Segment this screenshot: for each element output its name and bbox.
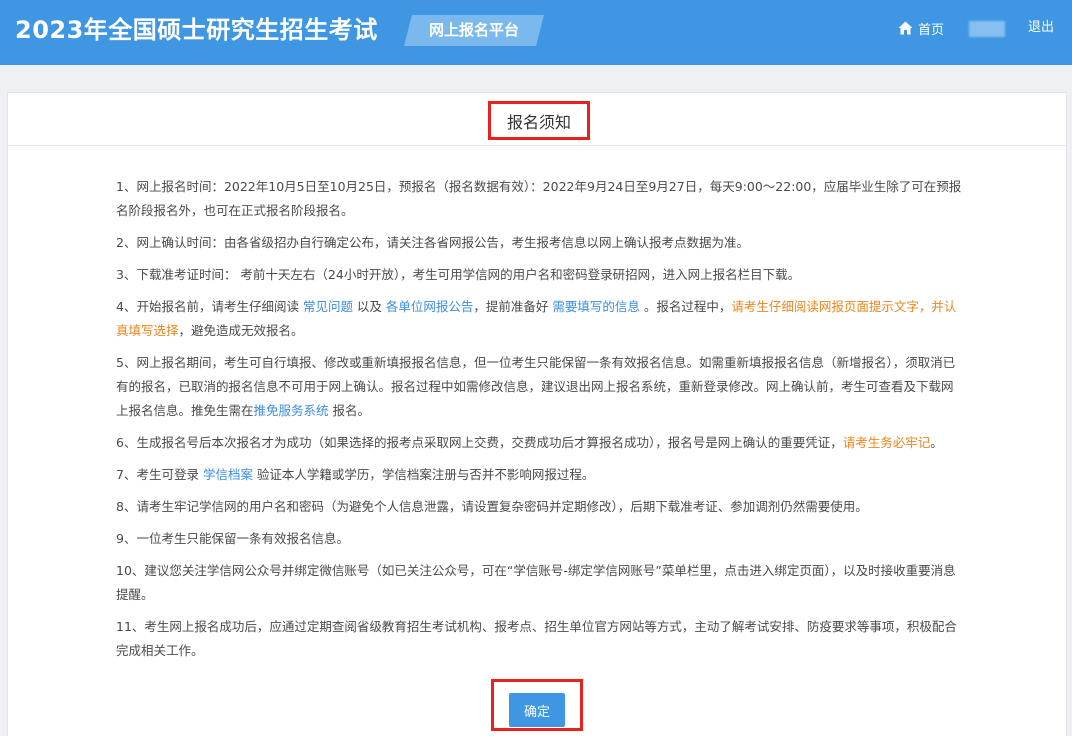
notice-text: 。 <box>930 435 943 450</box>
notice-item: 9、一位考生只能保留一条有效报名信息。 <box>116 527 964 551</box>
notice-text: 8、请考生牢记学信网的用户名和密码（为避免个人信息泄露，请设置复杂密码并定期修改… <box>116 499 868 514</box>
notice-text: 报名。 <box>328 403 371 418</box>
notice-item: 4、开始报名前，请考生仔细阅读 常见问题 以及 各单位网报公告，提前准备好 需要… <box>116 295 964 343</box>
notice-text: 。报名过程中， <box>639 299 732 314</box>
notice-link[interactable]: 需要填写的信息 <box>552 299 640 314</box>
notice-text: 6、生成报名号后本次报名才为成功（如果选择的报考点采取网上交费，交费成功后才算报… <box>116 435 843 450</box>
notice-link[interactable]: 推免服务系统 <box>254 403 329 418</box>
notice-item: 2、网上确认时间：由各省级招办自行确定公布，请关注各省网报公告，考生报考信息以网… <box>116 231 964 255</box>
panel-header: 报名须知 <box>8 93 1066 146</box>
notice-link[interactable]: 各单位网报公告 <box>386 299 474 314</box>
notice-text: 1、网上报名时间：2022年10月5日至10月25日，预报名（报名数据有效）：2… <box>116 179 962 218</box>
panel-title: 报名须知 <box>506 112 571 132</box>
top-header: 2023年全国硕士研究生招生考试 网上报名平台 首页 退出 <box>0 0 1072 65</box>
confirm-highlight-box: 确定 <box>491 679 583 731</box>
notice-panel: 报名须知 1、网上报名时间：2022年10月5日至10月25日，预报名（报名数据… <box>7 92 1067 736</box>
notice-item: 6、生成报名号后本次报名才为成功（如果选择的报考点采取网上交费，交费成功后才算报… <box>116 431 964 455</box>
notice-item: 7、考生可登录 学信档案 验证本人学籍或学历，学信档案注册与否并不影响网报过程。 <box>116 463 964 487</box>
home-icon <box>898 21 913 35</box>
notice-text: 4、开始报名前，请考生仔细阅读 <box>116 299 303 314</box>
platform-tag: 网上报名平台 <box>404 15 544 46</box>
notice-item: 10、建议您关注学信网公众号并绑定微信账号（如已关注公众号，可在“学信账号-绑定… <box>116 559 964 607</box>
notice-item: 11、考生网上报名成功后，应通过定期查阅省级教育招生考试机构、报考点、招生单位官… <box>116 615 964 663</box>
notice-text: 以及 <box>352 299 386 314</box>
notice-warning-text: 请考生务必牢记 <box>842 435 931 450</box>
notice-item: 5、网上报名期间，考生可自行填报、修改或重新填报报名信息，但一位考生只能保留一条… <box>116 351 964 423</box>
notice-text: 2、网上确认时间：由各省级招办自行确定公布，请关注各省网报公告，考生报考信息以网… <box>116 235 749 250</box>
notice-link[interactable]: 常见问题 <box>303 299 353 314</box>
notice-item: 8、请考生牢记学信网的用户名和密码（为避免个人信息泄露，请设置复杂密码并定期修改… <box>116 495 964 519</box>
nav-home-link[interactable]: 首页 <box>898 18 944 38</box>
notice-text: 验证本人学籍或学历，学信档案注册与否并不影响网报过程。 <box>252 467 595 482</box>
notice-item: 1、网上报名时间：2022年10月5日至10月25日，预报名（报名数据有效）：2… <box>116 175 964 223</box>
notice-list: 1、网上报名时间：2022年10月5日至10月25日，预报名（报名数据有效）：2… <box>116 175 964 671</box>
site-title: 2023年全国硕士研究生招生考试 <box>15 16 378 44</box>
notice-text: 9、一位考生只能保留一条有效报名信息。 <box>116 531 349 546</box>
title-highlight-box: 报名须知 <box>488 101 590 140</box>
logout-link[interactable]: 退出 <box>1028 18 1054 38</box>
confirm-button[interactable]: 确定 <box>509 693 565 727</box>
notice-text: ，避免造成无效报名。 <box>178 323 304 338</box>
notice-link[interactable]: 学信档案 <box>203 467 253 482</box>
notice-text: 3、下载准考证时间： 考前十天左右（24小时开放），考生可用学信网的用户名和密码… <box>116 267 801 282</box>
notice-text: 11、考生网上报名成功后，应通过定期查阅省级教育招生考试机构、报考点、招生单位官… <box>116 619 957 658</box>
notice-item: 3、下载准考证时间： 考前十天左右（24小时开放），考生可用学信网的用户名和密码… <box>116 263 964 287</box>
nav-home-label: 首页 <box>918 22 945 38</box>
platform-label: 网上报名平台 <box>428 21 519 39</box>
notice-text: ，提前准备好 <box>473 299 553 314</box>
notice-text: 5、网上报名期间，考生可自行填报、修改或重新填报报名信息，但一位考生只能保留一条… <box>116 355 956 418</box>
notice-text: 7、考生可登录 <box>116 467 203 482</box>
notice-text: 10、建议您关注学信网公众号并绑定微信账号（如已关注公众号，可在“学信账号-绑定… <box>116 563 956 602</box>
user-name-blurred <box>969 21 1005 37</box>
